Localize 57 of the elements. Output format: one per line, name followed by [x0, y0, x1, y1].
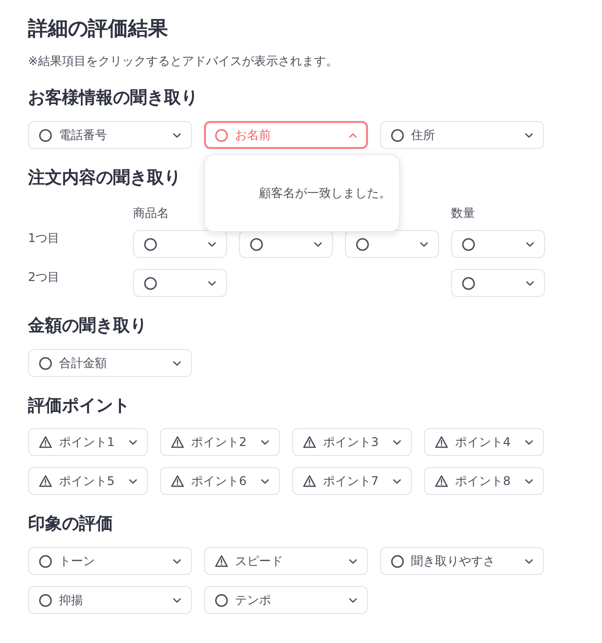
select-dropdown[interactable]: 抑揚 — [28, 586, 192, 614]
select-dropdown[interactable]: 聞き取りやすさ — [380, 547, 544, 575]
chevron-down-icon — [526, 280, 534, 286]
chevron-down-icon — [173, 360, 181, 366]
chevron-down-icon — [129, 478, 137, 484]
select-dropdown[interactable]: ポイント2 — [160, 428, 280, 456]
chevron-down-icon — [526, 242, 534, 246]
page-title: 詳細の評価結果 — [28, 15, 169, 42]
section-heading: 注文内容の聞き取り — [28, 167, 182, 190]
chevron-down-icon — [208, 242, 216, 246]
select-dropdown[interactable]: 電話番号 — [28, 121, 192, 149]
select-dropdown[interactable] — [451, 269, 545, 297]
chevron-down-icon — [261, 478, 269, 484]
select-dropdown[interactable] — [451, 230, 545, 258]
chevron-down-icon — [349, 598, 357, 602]
row-label: 2つ目 — [28, 269, 61, 285]
select-dropdown[interactable]: ポイント3 — [292, 428, 412, 456]
chevron-down-icon — [393, 478, 401, 484]
section-heading: 金額の聞き取り — [28, 315, 148, 338]
select-dropdown[interactable]: ポイント4 — [424, 428, 544, 456]
select-dropdown[interactable] — [345, 230, 439, 258]
chevron-down-icon — [393, 440, 401, 444]
row-label: 1つ目 — [28, 230, 61, 246]
chevron-down-icon — [349, 558, 357, 564]
select-dropdown[interactable]: 合計金額 — [28, 349, 192, 377]
hint-text: ※結果項目をクリックするとアドバイスが表示されます。 — [28, 53, 340, 70]
chevron-down-icon — [261, 440, 269, 444]
chevron-down-icon — [525, 478, 533, 484]
advice-text: 顧客名が一致しました。 — [259, 185, 391, 202]
chevron-down-icon — [208, 280, 216, 286]
column-heading: 数量 — [451, 206, 475, 220]
select-dropdown[interactable]: ポイント5 — [28, 467, 148, 495]
section-heading: 印象の評価 — [28, 513, 114, 536]
chevron-down-icon — [129, 440, 137, 444]
select-dropdown[interactable]: スピード — [204, 547, 368, 575]
chevron-down-icon — [525, 132, 533, 138]
select-dropdown[interactable]: ポイント8 — [424, 467, 544, 495]
chevron-down-icon — [525, 558, 533, 564]
chevron-down-icon — [314, 242, 322, 246]
select-dropdown[interactable]: ポイント1 — [28, 428, 148, 456]
select-dropdown[interactable] — [133, 230, 227, 258]
select-dropdown[interactable] — [239, 230, 333, 258]
select-dropdown[interactable]: テンポ — [204, 586, 368, 614]
chevron-up-icon — [349, 132, 357, 138]
chevron-down-icon — [173, 598, 181, 602]
select-dropdown[interactable]: 住所 — [380, 121, 544, 149]
chevron-down-icon — [173, 558, 181, 564]
section-heading: お客様情報の聞き取り — [28, 87, 199, 110]
chevron-down-icon — [173, 132, 181, 138]
section-heading: 評価ポイント — [28, 395, 131, 418]
select-dropdown[interactable]: ポイント7 — [292, 467, 412, 495]
select-dropdown[interactable]: ポイント6 — [160, 467, 280, 495]
select-dropdown[interactable] — [133, 269, 227, 297]
column-heading: 商品名 — [133, 206, 169, 220]
select-dropdown[interactable]: トーン — [28, 547, 192, 575]
chevron-down-icon — [420, 242, 428, 246]
chevron-down-icon — [525, 440, 533, 444]
